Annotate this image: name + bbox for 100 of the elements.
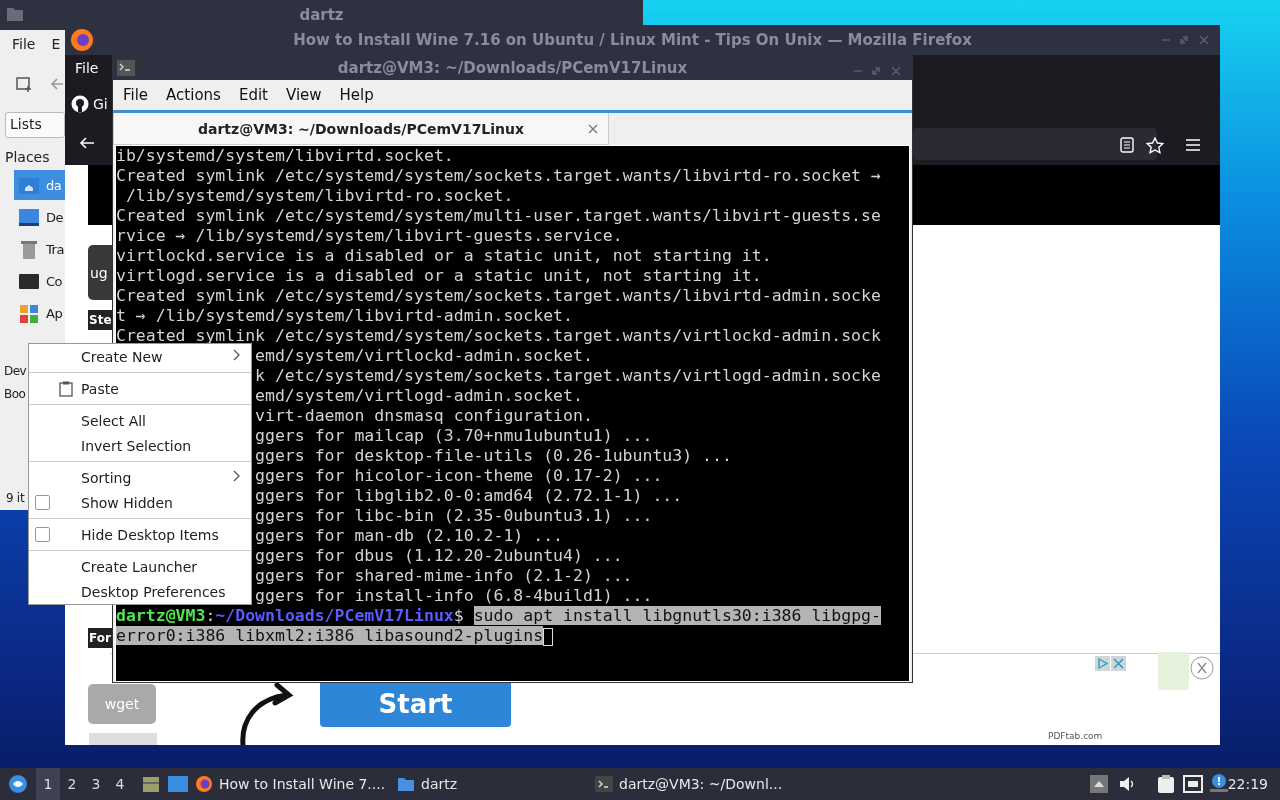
back-icon[interactable] (79, 135, 95, 151)
window-title: dartz@VM3: ~/Downloads/PCemV17Linux (337, 59, 688, 77)
menu-item[interactable]: Show Hidden (29, 490, 251, 515)
clipboard-icon (59, 381, 73, 397)
file-cabinet-icon[interactable] (142, 775, 160, 793)
chevron-right-icon (233, 470, 241, 482)
command-text: error0:i386 libxml2:i386 libasound2-plugins (116, 626, 544, 645)
browser-tab[interactable]: Gi (69, 91, 110, 117)
menu-item[interactable]: Desktop Preferences (29, 579, 251, 604)
star-icon[interactable] (1146, 137, 1164, 154)
menu-item[interactable]: Paste (29, 376, 251, 401)
new-tab-icon[interactable] (16, 76, 32, 92)
place-item[interactable]: Tra (14, 234, 65, 264)
apps-icon (18, 302, 40, 324)
menu-item[interactable]: Help (331, 86, 384, 104)
folder-icon (6, 6, 24, 22)
start-menu-icon[interactable] (8, 774, 28, 794)
terminal-line: emd/system/virtlogd-admin.socket. (255, 386, 583, 405)
terminal-line: ggers for desktop-file-utils (0.26-1ubuntu3) ... (255, 446, 732, 465)
menu-item[interactable]: Edit (230, 86, 278, 104)
window-title: How to Install Wine 7.16 on Ubuntu / Linux Mint - Tips On Unix — Mozilla Firefox (293, 31, 972, 49)
ad-credit: PDFtab.com (1048, 731, 1103, 741)
terminal-line: Created symlink /etc/systemd/system/sockets.target.wants/libvirtd-admin.socke (116, 286, 881, 305)
menu-item[interactable]: File (73, 57, 101, 79)
taskbar-task[interactable]: dartz@VM3: ~/Downl... (595, 768, 783, 800)
devices-heading: Dev (4, 363, 27, 380)
menu-item[interactable]: Hide Desktop Items (29, 522, 251, 547)
taskbar-task[interactable]: dartz (397, 768, 458, 800)
terminal-line: ggers for install-info (6.8-4build1) ... (255, 586, 653, 605)
menu-item[interactable]: Select All (29, 408, 251, 433)
folder-icon (397, 776, 415, 792)
prompt-user: dartz@VM3 (116, 606, 206, 625)
place-item[interactable]: Co (14, 266, 65, 296)
ad-controls-icon[interactable] (1095, 656, 1127, 671)
prompt-symbol: $ (453, 606, 464, 625)
terminal-line: ggers for man-db (2.10.2-1) ... (255, 526, 563, 545)
prompt-separator: : (205, 606, 216, 625)
reader-view-icon[interactable] (1120, 137, 1134, 153)
address-bar[interactable] (913, 128, 1157, 160)
terminal-line: Created symlink /etc/systemd/system/sockets.target.wants/libvirtd-ro.socket → (116, 166, 881, 185)
prompt-path: ~/Downloads/PCemV17Linux (215, 606, 454, 625)
menu-item[interactable]: View (277, 86, 332, 104)
desktop-icon (18, 206, 40, 228)
menu-item[interactable]: Sorting (29, 465, 251, 490)
terminal-line: ggers for mailcap (3.70+nmu1ubuntu1) ... (255, 426, 653, 445)
workspace-button[interactable]: 4 (108, 768, 132, 800)
menu-item[interactable]: Create New (29, 344, 251, 369)
terminal-line: k /etc/systemd/system/sockets.target.wants/virtlogd-admin.socke (255, 366, 881, 385)
command-text: sudo apt install libgnutls30:i386 libgpg- (473, 606, 881, 625)
terminal-line: ggers for libc-bin (2.35-0ubuntu3.1) ... (255, 506, 653, 525)
checkbox[interactable] (35, 495, 50, 510)
page-button[interactable]: ug (88, 245, 112, 300)
workspace-button[interactable]: 2 (60, 768, 84, 800)
terminal-line: virtlogd.service is a disabled or a static unit, not starting it. (116, 266, 762, 285)
menu-item[interactable]: File (115, 86, 159, 104)
menu-item[interactable]: Invert Selection (29, 433, 251, 458)
firefox-logo-icon (195, 775, 213, 793)
firefox-logo-icon (70, 28, 94, 52)
terminal-line: Created symlink /etc/systemd/system/sockets.target.wants/virtlockd-admin.sock (116, 326, 881, 345)
terminal-line: t → /lib/systemd/system/libvirtd-admin.socket. (116, 306, 573, 325)
places-heading: Places (5, 149, 50, 166)
network-icon[interactable] (1183, 775, 1203, 793)
menu-item[interactable]: Create Launcher (29, 554, 251, 579)
terminal-line: virt-daemon dnsmasq configuration. (255, 406, 593, 425)
window-title: dartz (299, 6, 344, 24)
clock: 22:19 (1227, 776, 1268, 792)
trash-icon (18, 238, 40, 260)
workspace-button[interactable]: 1 (36, 768, 60, 800)
menu-item[interactable]: E (51, 36, 61, 52)
workspace-button[interactable]: 3 (84, 768, 108, 800)
terminal-icon (117, 60, 135, 76)
terminal-line: ib/systemd/system/libvirtd.socket. (116, 146, 454, 165)
bookmarks-heading: Boo (4, 386, 26, 403)
start-button[interactable]: Start (320, 680, 511, 727)
close-icon[interactable] (1190, 656, 1214, 680)
notification-icon[interactable] (1210, 773, 1228, 793)
terminal-line: ggers for libglib2.0-0:amd64 (2.72.1-1) ... (255, 486, 683, 505)
clipboard-icon[interactable] (1157, 774, 1175, 794)
desktop-icon[interactable] (168, 775, 188, 793)
place-item[interactable]: Ap (14, 298, 65, 328)
view-mode-dropdown[interactable]: Lists (5, 112, 65, 138)
menu-item[interactable]: Actions (158, 86, 231, 104)
terminal-line: /lib/systemd/system/libvirtd-ro.socket. (124, 186, 514, 205)
taskbar-task[interactable]: How to Install Wine 7.... (195, 768, 386, 800)
text-cursor (543, 627, 554, 646)
place-item[interactable]: De (14, 202, 65, 232)
terminal-icon (595, 776, 613, 792)
volume-icon[interactable] (1118, 775, 1136, 793)
terminal-line: emd/system/virtlockd-admin.socket. (255, 346, 593, 365)
page-label: Ste (88, 310, 112, 330)
terminal-tab[interactable]: dartz@VM3: ~/Downloads/PCemV17Linux (113, 113, 609, 145)
terminal-line: ggers for hicolor-icon-theme (0.17-2) ... (255, 466, 663, 485)
menu-item[interactable]: File (12, 36, 36, 52)
page-label: For (88, 628, 112, 648)
checkbox[interactable] (35, 527, 50, 542)
menu-icon[interactable] (1186, 139, 1200, 151)
terminal-line: virtlockd.service is a disabled or a static unit, not starting it. (116, 246, 772, 265)
status-text: 9 it (6, 491, 25, 505)
terminal-line: Created symlink /etc/systemd/system/multi-user.target.wants/libvirt-guests.se (116, 206, 881, 225)
close-icon[interactable] (588, 124, 598, 134)
